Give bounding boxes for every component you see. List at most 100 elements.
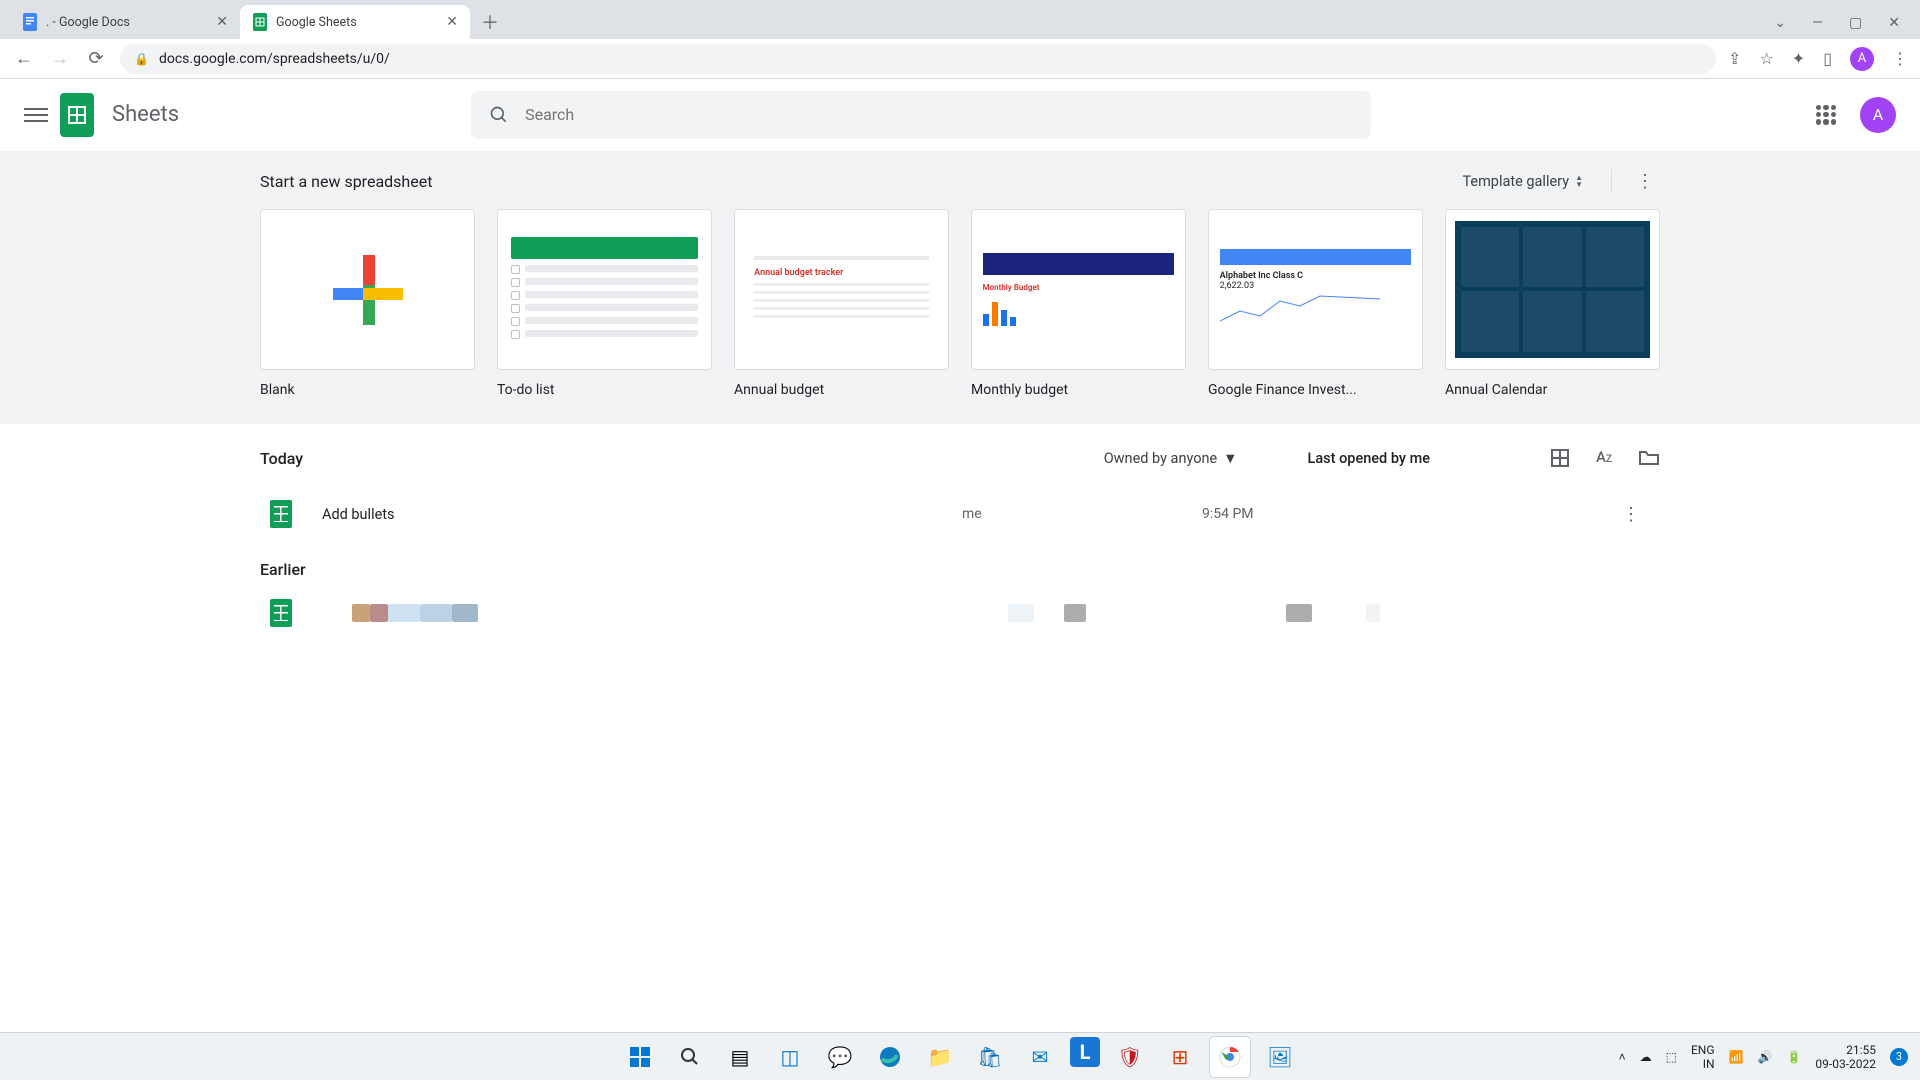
tab-label: Google Sheets bbox=[276, 15, 357, 30]
sheets-file-icon bbox=[270, 500, 292, 528]
app-title: Sheets bbox=[112, 102, 179, 127]
onedrive-icon[interactable]: ☁ bbox=[1640, 1050, 1652, 1064]
template-label: Annual budget bbox=[734, 382, 949, 398]
sheets-file-icon bbox=[270, 599, 292, 627]
template-label: Annual Calendar bbox=[1445, 382, 1660, 398]
template-label: Google Finance Invest... bbox=[1208, 382, 1423, 398]
bookmark-icon[interactable]: ☆ bbox=[1759, 49, 1773, 68]
sidepanel-icon[interactable]: ▯ bbox=[1823, 49, 1832, 68]
templates-more-icon[interactable]: ⋮ bbox=[1611, 169, 1660, 193]
grid-view-icon[interactable] bbox=[1550, 448, 1570, 468]
taskbar-apps: ▤ ◫ 💬 📁 🛍 ✉ L 🛡 ⊞ 🖼 bbox=[620, 1037, 1300, 1077]
window-controls: ⌄ ― ▢ ✕ bbox=[1774, 15, 1920, 39]
task-view-icon[interactable]: ▤ bbox=[720, 1037, 760, 1077]
files-toolbar: Today Owned by anyone ▼ Last opened by m… bbox=[260, 448, 1660, 468]
maximize-icon[interactable]: ▢ bbox=[1849, 15, 1862, 31]
sort-az-icon[interactable]: AZ bbox=[1596, 448, 1612, 468]
sheets-header: Sheets A bbox=[0, 79, 1920, 151]
section-today-label: Today bbox=[260, 449, 303, 468]
file-time: 9:54 PM bbox=[1202, 506, 1462, 522]
file-row-loading bbox=[260, 593, 1660, 633]
owned-by-filter[interactable]: Owned by anyone ▼ bbox=[1104, 450, 1238, 467]
share-icon[interactable]: ⇪ bbox=[1728, 49, 1741, 68]
tab-label: . - Google Docs bbox=[46, 15, 130, 30]
kebab-menu-icon[interactable]: ⋮ bbox=[1892, 49, 1908, 68]
template-label: Monthly budget bbox=[971, 382, 1186, 398]
wifi-icon[interactable]: 📶 bbox=[1729, 1050, 1744, 1064]
photos-icon[interactable]: 🖼 bbox=[1260, 1037, 1300, 1077]
template-label: To-do list bbox=[497, 382, 712, 398]
file-more-icon[interactable]: ⋮ bbox=[1612, 504, 1650, 525]
templates-section: Start a new spreadsheet Template gallery… bbox=[0, 151, 1920, 424]
file-name: Add bullets bbox=[322, 506, 962, 523]
template-finance[interactable]: Alphabet Inc Class C2,622.03 Google Fina… bbox=[1208, 209, 1423, 398]
forward-button[interactable]: → bbox=[48, 48, 72, 69]
close-window-icon[interactable]: ✕ bbox=[1888, 15, 1900, 31]
template-annual-calendar[interactable]: Annual Calendar bbox=[1445, 209, 1660, 398]
chrome-icon[interactable] bbox=[1210, 1037, 1250, 1077]
windows-taskbar: ▤ ◫ 💬 📁 🛍 ✉ L 🛡 ⊞ 🖼 ˄ ☁ ⬚ ENG IN 📶 🔊 🔋 2… bbox=[0, 1032, 1920, 1080]
app-l-icon[interactable]: L bbox=[1070, 1037, 1100, 1067]
browser-toolbar: ← → ⟳ 🔒 docs.google.com/spreadsheets/u/0… bbox=[0, 39, 1920, 79]
tray-chevron-icon[interactable]: ˄ bbox=[1619, 1050, 1626, 1064]
store-icon[interactable]: 🛍 bbox=[970, 1037, 1010, 1077]
google-apps-icon[interactable] bbox=[1816, 105, 1836, 125]
search-icon bbox=[489, 105, 509, 125]
template-label: Blank bbox=[260, 382, 475, 398]
tab-docs[interactable]: . - Google Docs ✕ bbox=[10, 5, 240, 39]
tab-sheets[interactable]: Google Sheets ✕ bbox=[240, 5, 470, 39]
extensions-icon[interactable]: ✦ bbox=[1792, 49, 1805, 68]
sheets-favicon-icon bbox=[252, 14, 268, 30]
close-icon[interactable]: ✕ bbox=[216, 14, 228, 30]
unfold-icon: ▲▼ bbox=[1575, 174, 1583, 188]
battery-icon[interactable]: 🔋 bbox=[1786, 1050, 1801, 1064]
account-avatar[interactable]: A bbox=[1860, 97, 1896, 133]
folder-icon[interactable] bbox=[1638, 448, 1660, 468]
minimize-icon[interactable]: ― bbox=[1812, 15, 1823, 31]
new-tab-button[interactable]: ＋ bbox=[476, 8, 504, 36]
hamburger-menu-icon[interactable] bbox=[24, 104, 48, 126]
volume-icon[interactable]: 🔊 bbox=[1758, 1050, 1773, 1064]
sort-last-opened[interactable]: Last opened by me bbox=[1308, 450, 1430, 467]
caret-down-icon: ▼ bbox=[1223, 450, 1237, 467]
tab-strip: . - Google Docs ✕ Google Sheets ✕ ＋ bbox=[0, 0, 1774, 39]
widgets-icon[interactable]: ◫ bbox=[770, 1037, 810, 1077]
file-row[interactable]: Add bullets me 9:54 PM ⋮ bbox=[260, 486, 1660, 542]
template-todo[interactable]: To-do list bbox=[497, 209, 712, 398]
edge-icon[interactable] bbox=[870, 1037, 910, 1077]
template-gallery-button[interactable]: Template gallery ▲▼ bbox=[1462, 173, 1583, 190]
language-indicator[interactable]: ENG IN bbox=[1691, 1043, 1715, 1071]
close-icon[interactable]: ✕ bbox=[446, 14, 458, 30]
notifications-badge[interactable]: 3 bbox=[1890, 1048, 1908, 1066]
back-button[interactable]: ← bbox=[12, 48, 36, 69]
template-blank[interactable]: Blank bbox=[260, 209, 475, 398]
address-bar[interactable]: 🔒 docs.google.com/spreadsheets/u/0/ bbox=[120, 44, 1716, 74]
search-taskbar-icon[interactable] bbox=[670, 1037, 710, 1077]
templates-heading: Start a new spreadsheet bbox=[260, 172, 432, 191]
reload-button[interactable]: ⟳ bbox=[84, 48, 108, 69]
plus-icon bbox=[333, 255, 403, 325]
toolbar-actions: ⇪ ☆ ✦ ▯ A ⋮ bbox=[1728, 47, 1908, 71]
sheets-logo-icon[interactable] bbox=[60, 93, 94, 137]
chat-icon[interactable]: 💬 bbox=[820, 1037, 860, 1077]
mcafee-icon[interactable]: 🛡 bbox=[1110, 1037, 1150, 1077]
explorer-icon[interactable]: 📁 bbox=[920, 1037, 960, 1077]
browser-titlebar: . - Google Docs ✕ Google Sheets ✕ ＋ ⌄ ― … bbox=[0, 0, 1920, 39]
docs-favicon-icon bbox=[22, 14, 38, 30]
section-earlier-label: Earlier bbox=[260, 560, 1660, 579]
clock[interactable]: 21:55 09-03-2022 bbox=[1815, 1043, 1876, 1071]
file-owner: me bbox=[962, 506, 1202, 522]
system-tray: ˄ ☁ ⬚ ENG IN 📶 🔊 🔋 21:55 09-03-2022 3 bbox=[1619, 1043, 1908, 1071]
profile-avatar[interactable]: A bbox=[1850, 47, 1874, 71]
office-icon[interactable]: ⊞ bbox=[1160, 1037, 1200, 1077]
files-section: Today Owned by anyone ▼ Last opened by m… bbox=[260, 448, 1660, 633]
chevron-down-icon[interactable]: ⌄ bbox=[1774, 15, 1786, 31]
mail-icon[interactable]: ✉ bbox=[1020, 1037, 1060, 1077]
lock-icon: 🔒 bbox=[134, 52, 149, 66]
search-input[interactable] bbox=[525, 105, 1353, 124]
template-annual-budget[interactable]: Annual budget tracker Annual budget bbox=[734, 209, 949, 398]
start-button[interactable] bbox=[620, 1037, 660, 1077]
tray-app-icon[interactable]: ⬚ bbox=[1666, 1050, 1677, 1064]
search-box[interactable] bbox=[471, 91, 1371, 139]
template-monthly-budget[interactable]: Monthly Budget Monthly budget bbox=[971, 209, 1186, 398]
